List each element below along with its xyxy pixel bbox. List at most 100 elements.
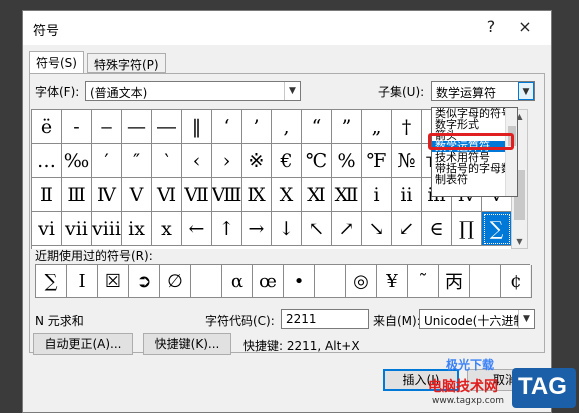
recent-symbol-cell[interactable]: Ⅰ	[67, 265, 98, 298]
from-label: 来自(M):	[373, 314, 421, 328]
symbol-cell[interactable]: ↙	[392, 212, 422, 246]
chevron-down-icon[interactable]: ▼	[518, 82, 534, 100]
symbol-cell[interactable]: ∏	[452, 212, 482, 246]
symbol-cell[interactable]: Ⅹ	[272, 178, 302, 212]
symbol-cell[interactable]: ∈	[422, 212, 452, 246]
symbol-cell[interactable]: Ⅱ	[32, 178, 62, 212]
recent-symbol-cell[interactable]: ∅	[160, 265, 191, 298]
symbol-cell[interactable]: ←	[182, 212, 212, 246]
recent-symbol-cell[interactable]	[191, 265, 222, 298]
symbol-cell[interactable]: ⅶ	[62, 212, 92, 246]
symbol-cell[interactable]: ℉	[362, 144, 392, 178]
symbol-cell[interactable]: %	[332, 144, 362, 178]
watermark-url: www.tagxp.com	[432, 396, 504, 406]
symbol-cell[interactable]: Ⅲ	[62, 178, 92, 212]
recent-symbol-cell[interactable]	[470, 265, 501, 298]
chevron-down-icon[interactable]: ▼	[518, 310, 534, 328]
symbol-cell[interactable]: ‰	[62, 144, 92, 178]
recent-symbol-cell[interactable]: ¥	[377, 265, 408, 298]
symbol-cell[interactable]: Ⅻ	[332, 178, 362, 212]
symbol-cell[interactable]: ↘	[362, 212, 392, 246]
symbol-cell[interactable]: „	[362, 110, 392, 144]
symbol-cell[interactable]: ⅰ	[362, 178, 392, 212]
symbol-cell[interactable]: ↖	[302, 212, 332, 246]
symbol-cell[interactable]: №	[392, 144, 422, 178]
symbol-cell[interactable]: ″	[122, 144, 152, 178]
dialog-title: 符号	[33, 24, 60, 39]
symbol-cell[interactable]: ›	[212, 144, 242, 178]
symbol-cell[interactable]: ⅹ	[152, 212, 182, 246]
symbol-cell[interactable]: ,	[272, 110, 302, 144]
symbol-cell[interactable]: ↑	[212, 212, 242, 246]
symbol-cell[interactable]: ↗	[332, 212, 362, 246]
symbol-cell[interactable]: -	[62, 110, 92, 144]
font-select[interactable]: (普通文本) ▼	[85, 81, 301, 101]
subset-select[interactable]: 数学运算符 ▼	[431, 81, 535, 101]
tab-special-characters[interactable]: 特殊字符(P)	[87, 53, 166, 73]
watermark-tag-text: TAG	[518, 373, 567, 400]
dropdown-scrollbar[interactable]	[505, 108, 517, 196]
symbol-cell[interactable]: ”	[332, 110, 362, 144]
recent-symbol-cell[interactable]: 丙	[439, 265, 470, 298]
chevron-down-icon[interactable]: ▼	[284, 82, 300, 100]
symbol-cell[interactable]: Ⅺ	[302, 178, 332, 212]
symbol-cell[interactable]: Ⅷ	[212, 178, 242, 212]
symbol-dialog: 符号 ? × 符号(S) 特殊字符(P) 字体(F): (普通文本) ▼ 子集(…	[22, 10, 552, 413]
shortcut-key-button[interactable]: 快捷键(K)...	[143, 333, 231, 355]
scroll-down-icon[interactable]: ▼	[512, 237, 527, 246]
recent-symbol-cell[interactable]	[315, 265, 346, 298]
autocorrect-button[interactable]: 自动更正(A)...	[33, 333, 133, 355]
recent-symbol-cell[interactable]: ∑	[36, 265, 67, 298]
recent-symbol-cell[interactable]: œ	[253, 265, 284, 298]
subset-dropdown-list[interactable]: 类似字母的符号 数字形式 箭头 数学运算符 技术用符号 带括号的字母数 制表符	[431, 107, 518, 197]
symbol-cell[interactable]: Ⅸ	[242, 178, 272, 212]
symbol-cell[interactable]: ‖	[182, 110, 212, 144]
symbol-cell[interactable]: €	[272, 144, 302, 178]
tab-symbols[interactable]: 符号(S)	[29, 51, 84, 74]
symbol-cell[interactable]: ⅵ	[32, 212, 62, 246]
char-code-input[interactable]: 2211	[281, 309, 369, 329]
symbol-cell[interactable]: ⅸ	[122, 212, 152, 246]
recent-symbol-cell[interactable]: ◎	[346, 265, 377, 298]
symbol-cell[interactable]: Ⅴ	[122, 178, 152, 212]
symbol-cell[interactable]: Ⅶ	[182, 178, 212, 212]
recent-symbol-cell[interactable]: ☒	[98, 265, 129, 298]
symbol-cell[interactable]: Ⅳ	[92, 178, 122, 212]
symbol-cell[interactable]: Ⅵ	[152, 178, 182, 212]
character-name: N 元求和	[35, 314, 84, 328]
font-label: 字体(F):	[35, 85, 80, 99]
symbol-cell[interactable]: ’	[242, 110, 272, 144]
recent-symbol-cell[interactable]: •	[284, 265, 315, 298]
watermark-brand-1: 极光下载	[446, 358, 495, 372]
watermark-tag-badge: TAG	[512, 368, 576, 408]
symbol-cell[interactable]: ∑	[482, 212, 512, 246]
symbol-cell[interactable]: ë	[32, 110, 62, 144]
symbol-cell[interactable]: †	[392, 110, 422, 144]
symbol-cell[interactable]: ―	[152, 110, 182, 144]
recent-symbol-cell[interactable]: ➲	[129, 265, 160, 298]
symbol-cell[interactable]: —	[122, 110, 152, 144]
symbol-cell[interactable]: ⅷ	[92, 212, 122, 246]
symbol-cell[interactable]: ↓	[272, 212, 302, 246]
symbol-cell[interactable]: ‹	[182, 144, 212, 178]
recent-symbol-cell[interactable]: α	[222, 265, 253, 298]
symbol-cell[interactable]: ℃	[302, 144, 332, 178]
from-select[interactable]: Unicode(十六进制) ▼	[419, 309, 535, 329]
symbol-cell[interactable]: →	[242, 212, 272, 246]
help-button[interactable]: ?	[479, 15, 503, 39]
recent-symbol-cell[interactable]: ¢	[501, 265, 532, 298]
subset-select-value: 数学运算符	[436, 86, 497, 100]
recent-symbol-cell[interactable]: ˜	[408, 265, 439, 298]
symbol-cell[interactable]: …	[32, 144, 62, 178]
symbol-cell[interactable]: ‵	[152, 144, 182, 178]
watermark-logo: 极光下载 电脑技术网 www.tagxp.com	[428, 354, 504, 410]
recent-symbols-grid[interactable]: ∑ Ⅰ ☒ ➲ ∅ α œ • ◎ ¥ ˜ 丙 ¢	[35, 264, 532, 298]
close-button[interactable]: ×	[513, 15, 537, 39]
symbol-cell[interactable]: ′	[92, 144, 122, 178]
char-code-label: 字符代码(C):	[205, 314, 275, 328]
symbol-cell[interactable]: ※	[242, 144, 272, 178]
symbol-cell[interactable]: ‒	[92, 110, 122, 144]
symbol-cell[interactable]: ⅱ	[392, 178, 422, 212]
symbol-cell[interactable]: “	[302, 110, 332, 144]
symbol-cell[interactable]: ‘	[212, 110, 242, 144]
